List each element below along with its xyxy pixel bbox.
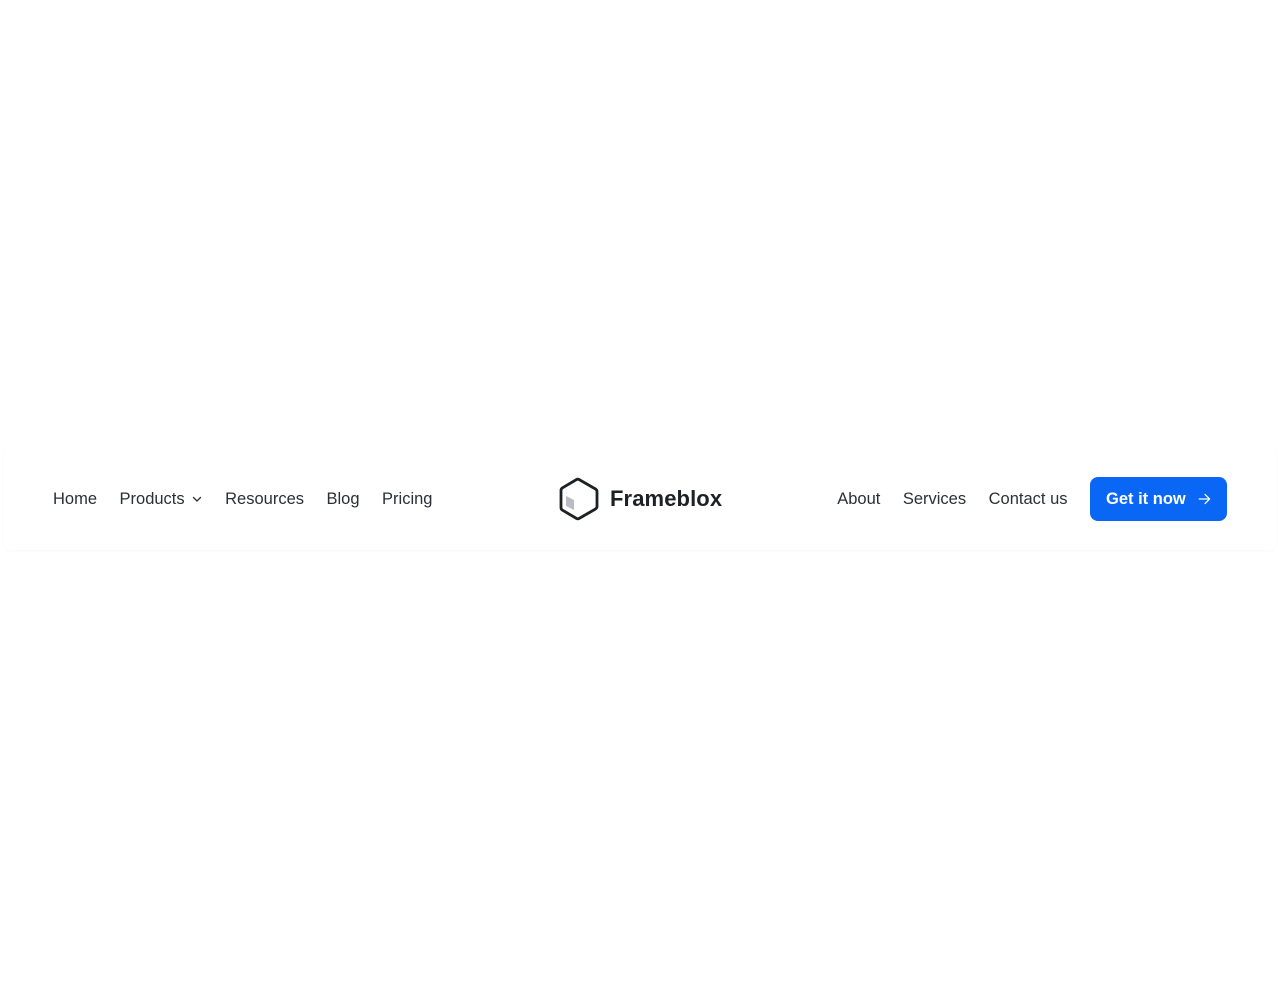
nav-link-home[interactable]: Home (53, 491, 97, 508)
nav-link-label: Products (119, 489, 185, 508)
hexagon-cube-icon (559, 477, 599, 521)
nav-link-label: Resources (225, 489, 305, 508)
chevron-down-icon (192, 496, 201, 502)
primary-nav-left: Home Products Resources Blog Pricing (53, 448, 432, 550)
nav-link-label: Pricing (382, 489, 433, 508)
brand-home-link[interactable]: Frameblox (556, 448, 722, 550)
nav-link-label: Home (53, 489, 98, 508)
get-it-now-button[interactable]: Get it now (1090, 477, 1227, 521)
nav-link-resources[interactable]: Resources (225, 491, 304, 508)
nav-link-services[interactable]: Services (903, 491, 966, 508)
navbar: Home Products Resources Blog Pricing Fra… (4, 448, 1276, 550)
primary-nav-right: About Services Contact us Get it now (837, 448, 1227, 550)
nav-link-label: Blog (326, 489, 360, 508)
arrow-right-icon (1198, 493, 1210, 505)
nav-link-pricing[interactable]: Pricing (382, 491, 432, 508)
nav-link-about[interactable]: About (837, 491, 880, 508)
cta-label: Get it now (1106, 489, 1186, 508)
nav-link-label: Services (902, 489, 967, 508)
nav-link-contact-us[interactable]: Contact us (989, 491, 1068, 508)
nav-link-products-dropdown[interactable]: Products (120, 491, 203, 508)
nav-link-label: Contact us (988, 489, 1068, 508)
nav-link-label: About (837, 489, 881, 508)
brand-name: Frameblox (610, 486, 723, 511)
nav-link-blog[interactable]: Blog (327, 491, 360, 508)
page: Home Products Resources Blog Pricing Fra… (0, 0, 1280, 1000)
